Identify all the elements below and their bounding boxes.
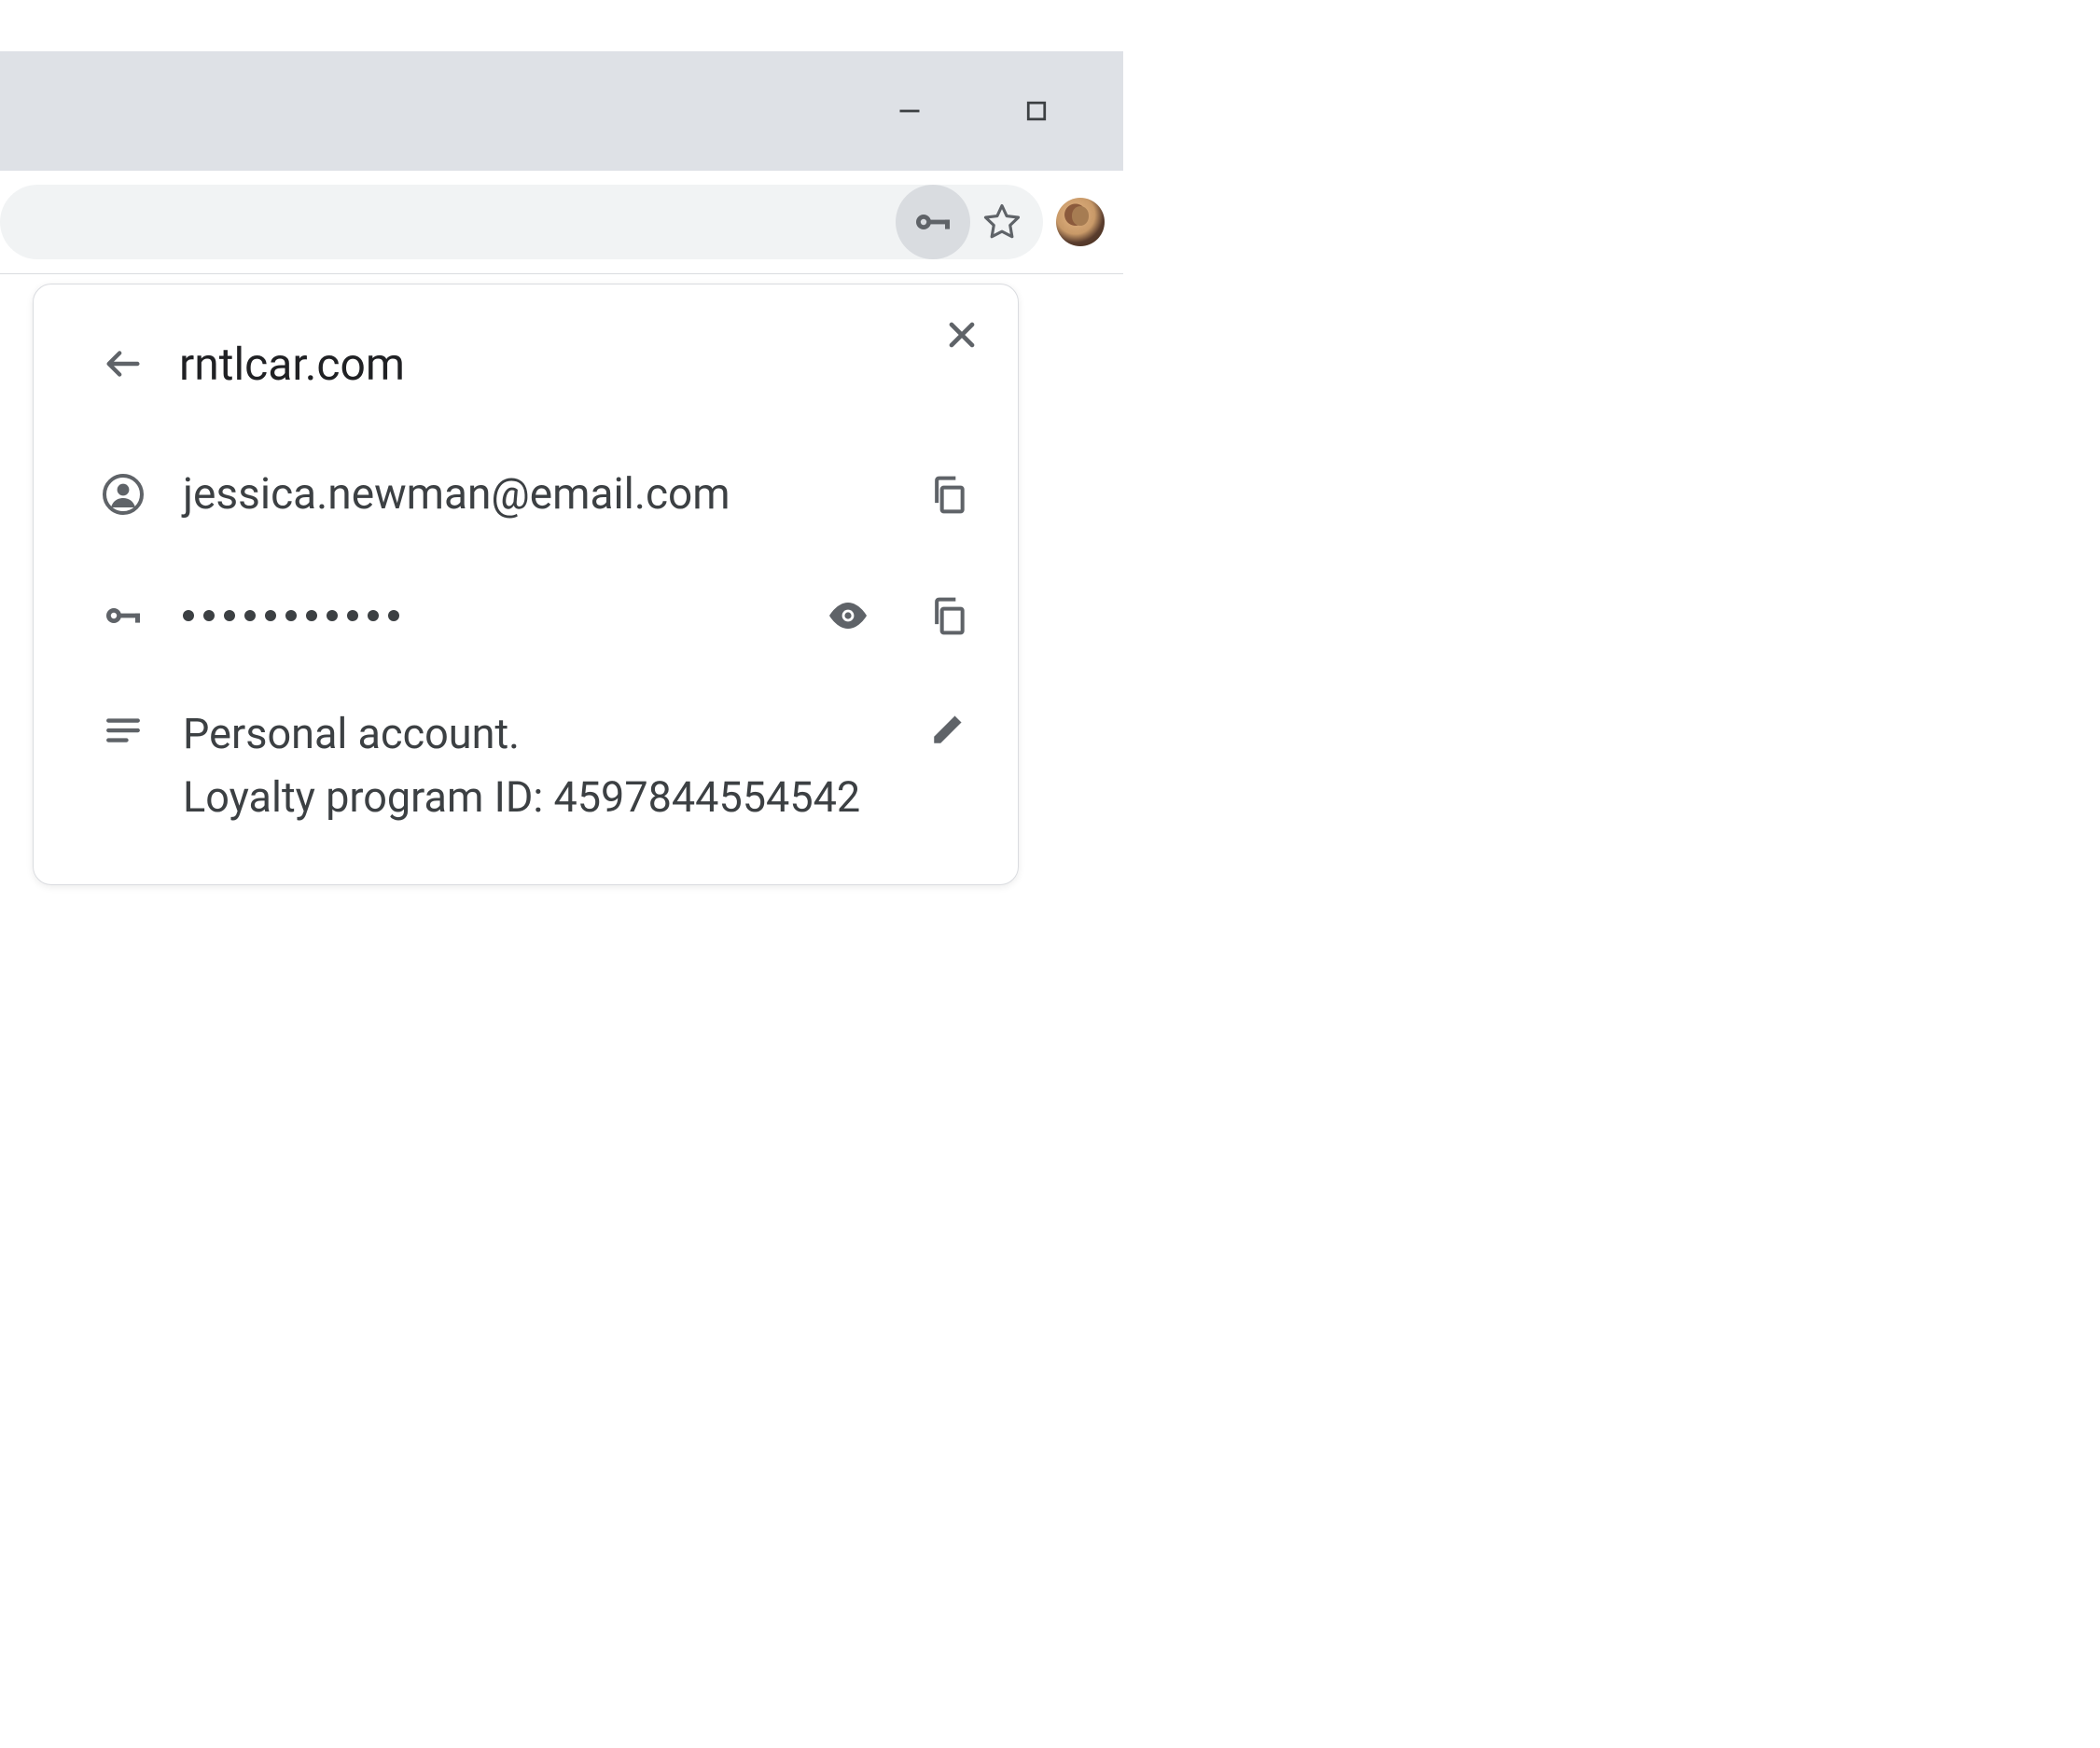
eye-icon	[826, 593, 870, 638]
username-actions	[926, 472, 971, 517]
copy-username-button[interactable]	[926, 472, 971, 517]
password-dot	[183, 610, 194, 621]
password-dot	[327, 610, 338, 621]
password-key-chip[interactable]	[896, 185, 970, 259]
notes-icon	[104, 711, 143, 750]
site-name: rntlcar.com	[179, 338, 405, 391]
password-dot	[388, 610, 399, 621]
bookmark-button[interactable]	[980, 200, 1024, 244]
star-icon	[982, 202, 1022, 242]
password-row	[34, 555, 1018, 676]
person-icon	[101, 472, 146, 517]
note-row: Personal account. Loyalty program ID: 45…	[34, 676, 1018, 828]
password-value	[183, 610, 826, 621]
close-icon	[941, 314, 982, 355]
edit-icon	[929, 709, 968, 748]
profile-avatar[interactable]	[1056, 198, 1105, 246]
copy-icon	[928, 595, 969, 636]
back-button[interactable]	[101, 341, 146, 386]
key-icon-wrapper	[101, 593, 146, 638]
show-password-button[interactable]	[826, 593, 870, 638]
password-dot	[265, 610, 276, 621]
minimize-icon	[893, 94, 926, 128]
password-dots	[183, 610, 826, 621]
close-button[interactable]	[939, 312, 984, 357]
key-icon	[911, 200, 955, 244]
password-dot	[306, 610, 317, 621]
password-dot	[285, 610, 297, 621]
note-text: Personal account. Loyalty program ID: 45…	[183, 702, 926, 828]
password-details-popup: rntlcar.com jessica.newman@email.com	[33, 284, 1019, 885]
edit-note-button[interactable]	[926, 706, 971, 751]
note-line-2: Loyalty program ID: 4597844554542	[183, 766, 926, 829]
title-bar	[0, 51, 1123, 171]
password-dot	[203, 610, 215, 621]
person-icon-wrapper	[101, 472, 146, 517]
password-actions	[826, 593, 971, 638]
copy-password-button[interactable]	[926, 593, 971, 638]
window-controls	[893, 94, 1095, 128]
browser-chrome	[0, 0, 1123, 274]
copy-icon	[928, 474, 969, 515]
notes-icon-wrapper	[101, 708, 146, 753]
key-icon	[101, 591, 146, 640]
toolbar	[0, 171, 1123, 273]
password-dot	[368, 610, 379, 621]
password-dot	[224, 610, 235, 621]
top-white-strip	[0, 0, 1123, 51]
note-line-1: Personal account.	[183, 702, 926, 766]
back-arrow-icon	[102, 342, 145, 385]
password-dot	[347, 610, 358, 621]
maximize-button[interactable]	[1020, 94, 1053, 128]
username-value: jessica.newman@email.com	[183, 469, 926, 520]
username-row: jessica.newman@email.com	[34, 434, 1018, 555]
page-divider	[0, 273, 1123, 274]
minimize-button[interactable]	[893, 94, 926, 128]
address-bar[interactable]	[0, 185, 1043, 259]
popup-header: rntlcar.com	[34, 322, 1018, 406]
maximize-icon	[1022, 97, 1050, 125]
password-dot	[244, 610, 256, 621]
